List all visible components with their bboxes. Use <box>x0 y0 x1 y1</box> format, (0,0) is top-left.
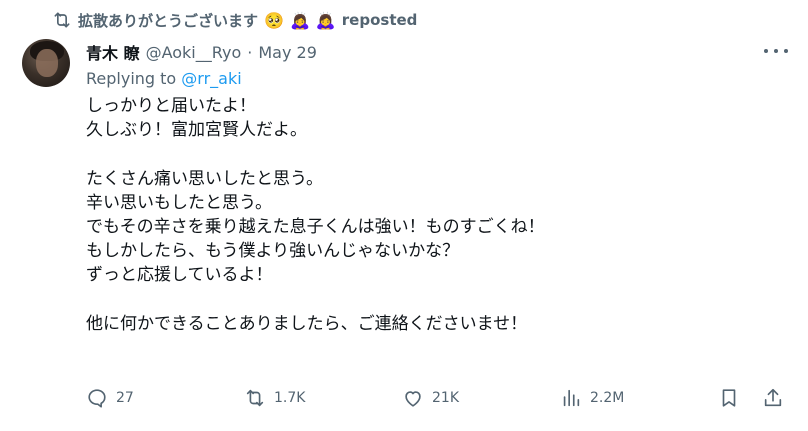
bookmark-icon <box>722 389 736 407</box>
tweet-line: 他に何かできることありましたら、ご連絡くださいませ！ <box>86 313 528 334</box>
more-icon[interactable] <box>764 42 788 60</box>
bowing-emoji: 🙇‍♀️ <box>289 10 310 30</box>
tweet-line: もしかしたら、もう僕より強いんじゃないかな？ <box>86 241 460 262</box>
avatar-face <box>36 49 58 77</box>
share-button[interactable] <box>762 384 784 412</box>
more-dot <box>784 49 788 53</box>
display-name[interactable]: 青木 瞭 <box>86 40 140 64</box>
more-dot <box>774 49 778 53</box>
replying-to: Replying to @rr_aki <box>86 69 242 88</box>
tweet-header: 青木 瞭 @Aoki__Ryo · May 29 <box>86 39 317 65</box>
like-count: 21K <box>432 390 459 406</box>
views-count: 2.2M <box>590 390 625 406</box>
action-bar: 27 1.7K 21K 2.2M <box>86 384 786 412</box>
more-dot <box>764 49 768 53</box>
repost-icon <box>54 12 70 28</box>
share-icon <box>764 388 782 407</box>
replying-to-label: Replying to <box>86 69 177 88</box>
views-button[interactable]: 2.2M <box>560 384 624 412</box>
repost-label: reposted <box>341 11 418 29</box>
tweet-date[interactable]: May 29 <box>258 43 317 62</box>
repost-count: 1.7K <box>274 390 306 406</box>
reply-count: 27 <box>116 390 134 406</box>
tweet-line <box>86 142 786 166</box>
repost-icon <box>246 389 264 407</box>
bar-chart-icon <box>563 389 580 407</box>
mention-link[interactable]: @rr_aki <box>181 69 241 88</box>
tweet-line: しっかりと届いたよ！ <box>86 96 256 116</box>
user-handle[interactable]: @Aoki__Ryo <box>146 43 242 62</box>
tweet-line: ずっと応援しているよ！ <box>86 265 273 286</box>
tweet-line: でもその辛さを乗り越えた息子くんは強い！ものすごくね！ <box>86 216 545 237</box>
repost-context[interactable]: 拡散ありがとうございます 🥺 🙇‍♀️ 🙇‍♀️ reposted <box>52 8 417 32</box>
pleading-emoji: 🥺 <box>264 10 284 30</box>
tweet-line: たくさん痛い思いしたと思う。 <box>86 168 323 189</box>
tweet-line: 久しぶり！富加宮賢人だよ。 <box>86 120 307 141</box>
bowing-emoji: 🙇‍♀️ <box>315 10 336 30</box>
repost-user[interactable]: 拡散ありがとうございます <box>78 10 258 31</box>
repost-button[interactable]: 1.7K <box>244 384 305 412</box>
heart-icon <box>405 391 421 407</box>
like-button[interactable]: 21K <box>402 384 459 412</box>
separator-dot: · <box>247 42 253 62</box>
tweet-line: 辛い思いもしたと思う。 <box>86 192 272 213</box>
bookmark-button[interactable] <box>718 384 740 412</box>
tweet-line <box>86 288 786 312</box>
tweet-text: しっかりと届いたよ！ 久しぶり！富加宮賢人だよ。 たくさん痛い思いしたと思う。 … <box>86 94 786 336</box>
comment-icon <box>88 389 106 408</box>
reply-button[interactable]: 27 <box>86 384 134 412</box>
avatar[interactable] <box>22 39 70 87</box>
tweet[interactable]: 拡散ありがとうございます 🥺 🙇‍♀️ 🙇‍♀️ reposted 青木 瞭 @… <box>0 0 808 431</box>
